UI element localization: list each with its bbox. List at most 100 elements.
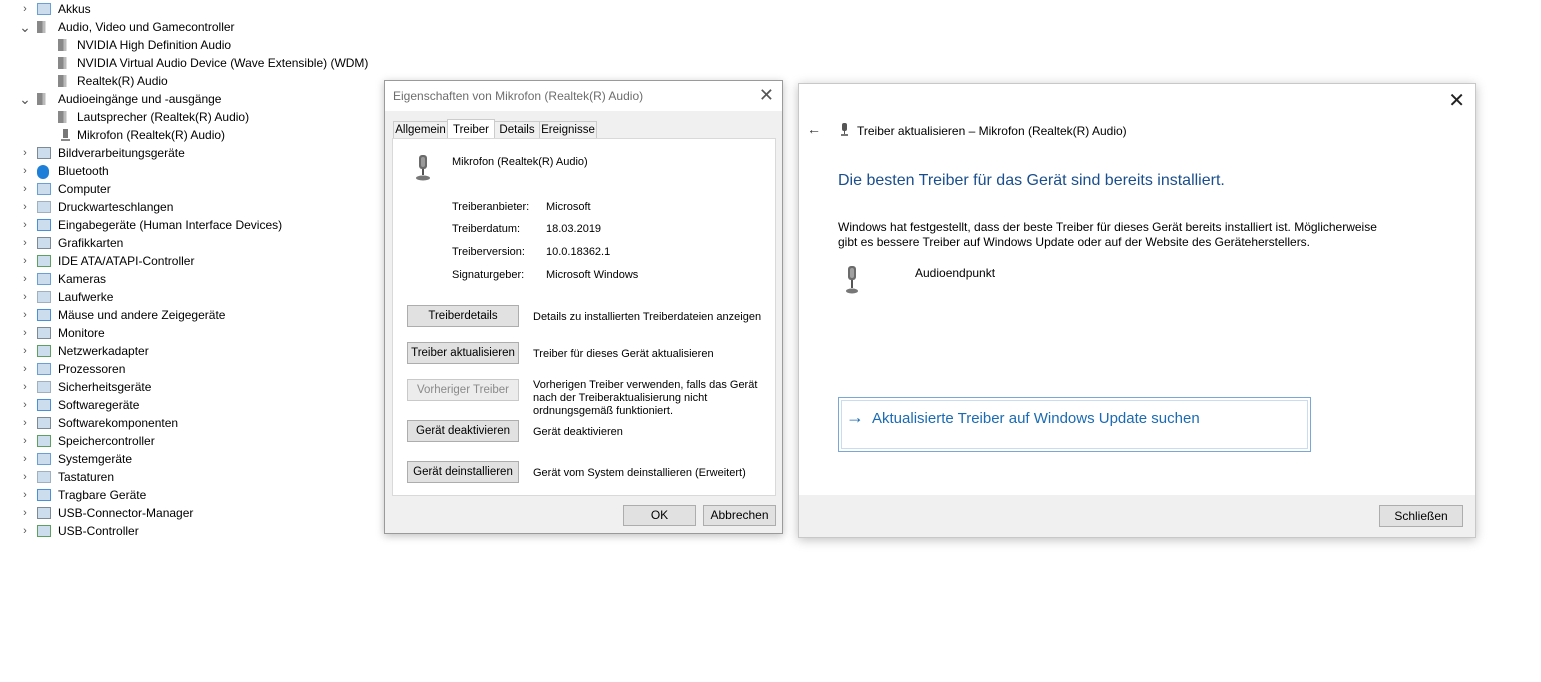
tree-category-item[interactable]: › Systemgeräte xyxy=(0,450,380,468)
tree-category-item[interactable]: › Monitore xyxy=(0,324,380,342)
dialog-footer: Schließen xyxy=(799,495,1475,537)
ok-button[interactable]: OK xyxy=(623,505,696,526)
tree-category-item[interactable]: › Kameras xyxy=(0,270,380,288)
chevron-right-icon[interactable]: › xyxy=(20,288,30,306)
chevron-right-icon[interactable]: › xyxy=(20,0,30,18)
chevron-right-icon[interactable]: › xyxy=(20,432,30,450)
tree-category-item[interactable]: › Softwarekomponenten xyxy=(0,414,380,432)
tree-item-label: Monitore xyxy=(58,326,105,340)
chevron-right-icon[interactable]: › xyxy=(20,414,30,432)
result-heading: Die besten Treiber für das Gerät sind be… xyxy=(838,172,1225,189)
tree-device-item[interactable]: Lautsprecher (Realtek(R) Audio) xyxy=(0,108,380,126)
chevron-right-icon[interactable]: › xyxy=(20,216,30,234)
chevron-right-icon[interactable]: › xyxy=(20,342,30,360)
field-value: 18.03.2019 xyxy=(546,223,602,235)
chevron-right-icon[interactable]: › xyxy=(20,234,30,252)
tree-category-item[interactable]: › USB-Controller xyxy=(0,522,380,540)
tab-details[interactable]: Details xyxy=(494,121,540,139)
chevron-right-icon[interactable]: › xyxy=(20,468,30,486)
tree-category-item[interactable]: › Mäuse und andere Zeigegeräte xyxy=(0,306,380,324)
tab-allgemein[interactable]: Allgemein xyxy=(393,121,448,139)
processor-icon xyxy=(36,361,52,377)
field-label: Treiberdatum: xyxy=(452,223,521,235)
tree-category-item[interactable]: › Eingabegeräte (Human Interface Devices) xyxy=(0,216,380,234)
close-icon[interactable]: ✕ xyxy=(759,85,774,106)
tree-device-item[interactable]: NVIDIA Virtual Audio Device (Wave Extens… xyxy=(0,54,380,72)
tree-item-label: Speichercontroller xyxy=(58,434,155,448)
search-windows-update-label: Aktualisierte Treiber auf Windows Update… xyxy=(872,410,1200,427)
rollback-driver-button[interactable]: Vorheriger Treiber xyxy=(407,379,519,401)
tree-device-item[interactable]: Realtek(R) Audio xyxy=(0,72,380,90)
microphone-icon xyxy=(841,123,848,136)
rollback-driver-desc: Vorherigen Treiber verwenden, falls das … xyxy=(533,379,758,417)
tree-item-label: Akkus xyxy=(58,2,91,16)
tree-category-item[interactable]: › Druckwarteschlangen xyxy=(0,198,380,216)
chevron-right-icon[interactable]: › xyxy=(20,324,30,342)
tree-device-item[interactable]: Mikrofon (Realtek(R) Audio) xyxy=(0,126,380,144)
tree-category-item[interactable]: › Bluetooth xyxy=(0,162,380,180)
close-icon[interactable]: ✕ xyxy=(1448,88,1465,113)
tree-item-label: NVIDIA Virtual Audio Device (Wave Extens… xyxy=(77,56,369,70)
chevron-right-icon[interactable]: › xyxy=(20,378,30,396)
search-windows-update-link[interactable]: → Aktualisierte Treiber auf Windows Upda… xyxy=(838,397,1311,452)
tree-item-label: Systemgeräte xyxy=(58,452,133,466)
microphone-icon xyxy=(416,155,430,181)
tree-item-label: Computer xyxy=(58,182,111,196)
tree-category-item[interactable]: › IDE ATA/ATAPI-Controller xyxy=(0,252,380,270)
chevron-right-icon[interactable]: › xyxy=(20,504,30,522)
chevron-right-icon[interactable]: › xyxy=(20,522,30,540)
arrow-right-icon: → xyxy=(846,407,864,427)
tree-item-label: Laufwerke xyxy=(58,290,114,304)
chevron-right-icon[interactable]: › xyxy=(20,360,30,378)
tree-category-item[interactable]: › Laufwerke xyxy=(0,288,380,306)
update-driver-desc: Treiber für dieses Gerät aktualisieren xyxy=(533,348,714,360)
tree-item-label: Mäuse und andere Zeigegeräte xyxy=(58,308,226,322)
chevron-right-icon[interactable]: › xyxy=(20,396,30,414)
chevron-right-icon[interactable]: › xyxy=(20,180,30,198)
chevron-right-icon[interactable]: › xyxy=(20,486,30,504)
driver-details-button[interactable]: Treiberdetails xyxy=(407,305,519,327)
tree-category-item[interactable]: › Sicherheitsgeräte xyxy=(0,378,380,396)
tab-ereignisse[interactable]: Ereignisse xyxy=(539,121,597,139)
tree-category-item[interactable]: › Computer xyxy=(0,180,380,198)
disable-device-button[interactable]: Gerät deaktivieren xyxy=(407,420,519,442)
tree-category-item[interactable]: › Tragbare Geräte xyxy=(0,486,380,504)
tree-category-item[interactable]: › Grafikkarten xyxy=(0,234,380,252)
tree-category-item[interactable]: › Tastaturen xyxy=(0,468,380,486)
microphone-icon xyxy=(846,266,858,294)
usb-icon xyxy=(36,523,52,539)
chevron-right-icon[interactable]: › xyxy=(20,198,30,216)
cancel-button[interactable]: Abbrechen xyxy=(703,505,776,526)
chevron-down-icon[interactable]: ⌄ xyxy=(19,18,31,36)
properties-title: Eigenschaften von Mikrofon (Realtek(R) A… xyxy=(393,89,644,103)
close-button[interactable]: Schließen xyxy=(1379,505,1463,527)
chevron-right-icon[interactable]: › xyxy=(20,450,30,468)
tree-category-item[interactable]: › Bildverarbeitungsgeräte xyxy=(0,144,380,162)
device-type-label: Audioendpunkt xyxy=(915,266,996,280)
chevron-right-icon[interactable]: › xyxy=(20,252,30,270)
tree-category-item[interactable]: › Netzwerkadapter xyxy=(0,342,380,360)
chevron-right-icon[interactable]: › xyxy=(20,144,30,162)
tree-device-item[interactable]: NVIDIA High Definition Audio xyxy=(0,36,380,54)
back-arrow-icon[interactable]: ← xyxy=(807,121,821,137)
update-driver-button[interactable]: Treiber aktualisieren xyxy=(407,342,519,364)
chevron-right-icon[interactable]: › xyxy=(20,306,30,324)
usb-icon xyxy=(36,505,52,521)
chevron-right-icon[interactable]: › xyxy=(20,162,30,180)
tree-category-item[interactable]: › USB-Connector-Manager xyxy=(0,504,380,522)
speaker-icon xyxy=(57,55,73,71)
uninstall-device-button[interactable]: Gerät deinstallieren xyxy=(407,461,519,483)
tree-category-item[interactable]: › Prozessoren xyxy=(0,360,380,378)
tab-treiber[interactable]: Treiber xyxy=(447,119,495,139)
software-device-icon xyxy=(36,397,52,413)
tree-category-item[interactable]: › Softwaregeräte xyxy=(0,396,380,414)
tree-category-item[interactable]: › Speichercontroller xyxy=(0,432,380,450)
dialog-header: Treiber aktualisieren – Mikrofon (Realte… xyxy=(857,124,1127,138)
chevron-down-icon[interactable]: ⌄ xyxy=(19,90,31,108)
tree-item-label: Sicherheitsgeräte xyxy=(58,380,152,394)
chevron-right-icon[interactable]: › xyxy=(20,270,30,288)
tree-category-item[interactable]: ⌄ Audioeingänge und -ausgänge xyxy=(0,90,380,108)
hid-icon xyxy=(36,217,52,233)
tree-category-item[interactable]: ⌄ Audio, Video und Gamecontroller xyxy=(0,18,380,36)
tree-category-item[interactable]: › Akkus xyxy=(0,0,380,18)
